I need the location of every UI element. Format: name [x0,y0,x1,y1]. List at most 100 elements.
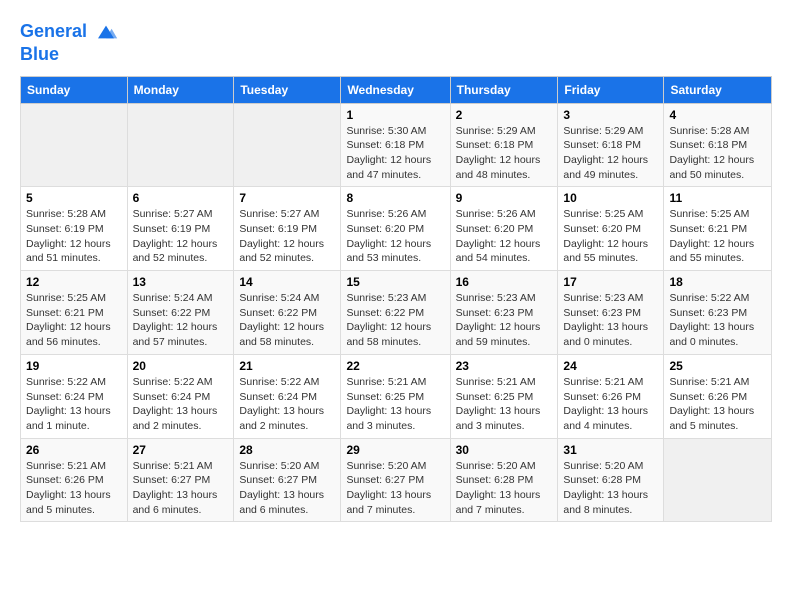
day-info: Sunrise: 5:29 AMSunset: 6:18 PMDaylight:… [456,124,553,183]
day-info: Sunrise: 5:23 AMSunset: 6:23 PMDaylight:… [563,291,658,350]
day-number: 10 [563,191,658,205]
calendar-cell: 8 Sunrise: 5:26 AMSunset: 6:20 PMDaylight… [341,187,450,271]
calendar-cell: 5 Sunrise: 5:28 AMSunset: 6:19 PMDaylight… [21,187,128,271]
day-number: 25 [669,359,766,373]
day-number: 1 [346,108,444,122]
calendar-cell: 19 Sunrise: 5:22 AMSunset: 6:24 PMDayligh… [21,354,128,438]
calendar-cell [234,103,341,187]
day-number: 13 [133,275,229,289]
weekday-tuesday: Tuesday [234,76,341,103]
day-info: Sunrise: 5:24 AMSunset: 6:22 PMDaylight:… [239,291,335,350]
day-number: 19 [26,359,122,373]
calendar-cell: 3Sunrise: 5:29 AMSunset: 6:18 PMDaylight… [558,103,664,187]
day-number: 20 [133,359,229,373]
day-info: Sunrise: 5:20 AMSunset: 6:28 PMDaylight:… [563,459,658,518]
calendar-cell: 30Sunrise: 5:20 AMSunset: 6:28 PMDayligh… [450,438,558,522]
calendar-cell [21,103,128,187]
calendar-week-5: 26Sunrise: 5:21 AMSunset: 6:26 PMDayligh… [21,438,772,522]
day-info: Sunrise: 5:28 AMSunset: 6:18 PMDaylight:… [669,124,766,183]
day-number: 4 [669,108,766,122]
day-info: Sunrise: 5:21 AMSunset: 6:26 PMDaylight:… [669,375,766,434]
day-number: 7 [239,191,335,205]
calendar-week-1: 1 Sunrise: 5:30 AMSunset: 6:18 PMDaylight… [21,103,772,187]
day-number: 6 [133,191,229,205]
day-info: Sunrise: 5:22 AMSunset: 6:24 PMDaylight:… [26,375,122,434]
weekday-monday: Monday [127,76,234,103]
weekday-wednesday: Wednesday [341,76,450,103]
day-number: 29 [346,443,444,457]
day-number: 15 [346,275,444,289]
day-number: 24 [563,359,658,373]
day-number: 22 [346,359,444,373]
weekday-friday: Friday [558,76,664,103]
calendar-cell: 27 Sunrise: 5:21 AMSunset: 6:27 PMDayligh… [127,438,234,522]
calendar-cell: 22 Sunrise: 5:21 AMSunset: 6:25 PMDayligh… [341,354,450,438]
day-number: 27 [133,443,229,457]
day-info: Sunrise: 5:26 AMSunset: 6:20 PMDaylight:… [346,207,444,266]
day-info: Sunrise: 5:22 AMSunset: 6:24 PMDaylight:… [133,375,229,434]
calendar-cell: 9 Sunrise: 5:26 AMSunset: 6:20 PMDaylight… [450,187,558,271]
calendar-cell: 13 Sunrise: 5:24 AMSunset: 6:22 PMDayligh… [127,271,234,355]
calendar-cell: 26Sunrise: 5:21 AMSunset: 6:26 PMDayligh… [21,438,128,522]
day-number: 21 [239,359,335,373]
day-info: Sunrise: 5:21 AMSunset: 6:25 PMDaylight:… [456,375,553,434]
day-info: Sunrise: 5:25 AMSunset: 6:20 PMDaylight:… [563,207,658,266]
day-number: 23 [456,359,553,373]
day-info: Sunrise: 5:26 AMSunset: 6:20 PMDaylight:… [456,207,553,266]
day-info: Sunrise: 5:23 AMSunset: 6:23 PMDaylight:… [456,291,553,350]
calendar-cell: 24 Sunrise: 5:21 AMSunset: 6:26 PMDayligh… [558,354,664,438]
calendar-cell: 4 Sunrise: 5:28 AMSunset: 6:18 PMDaylight… [664,103,772,187]
day-number: 18 [669,275,766,289]
day-number: 9 [456,191,553,205]
calendar-cell: 11Sunrise: 5:25 AMSunset: 6:21 PMDayligh… [664,187,772,271]
day-info: Sunrise: 5:21 AMSunset: 6:25 PMDaylight:… [346,375,444,434]
day-number: 5 [26,191,122,205]
calendar-cell: 16 Sunrise: 5:23 AMSunset: 6:23 PMDayligh… [450,271,558,355]
calendar-cell: 1 Sunrise: 5:30 AMSunset: 6:18 PMDaylight… [341,103,450,187]
weekday-saturday: Saturday [664,76,772,103]
day-info: Sunrise: 5:28 AMSunset: 6:19 PMDaylight:… [26,207,122,266]
calendar-cell: 21 Sunrise: 5:22 AMSunset: 6:24 PMDayligh… [234,354,341,438]
day-info: Sunrise: 5:22 AMSunset: 6:24 PMDaylight:… [239,375,335,434]
day-info: Sunrise: 5:24 AMSunset: 6:22 PMDaylight:… [133,291,229,350]
day-info: Sunrise: 5:27 AMSunset: 6:19 PMDaylight:… [239,207,335,266]
weekday-sunday: Sunday [21,76,128,103]
calendar-cell: 31Sunrise: 5:20 AMSunset: 6:28 PMDayligh… [558,438,664,522]
day-number: 17 [563,275,658,289]
day-info: Sunrise: 5:29 AMSunset: 6:18 PMDaylight:… [563,124,658,183]
calendar-cell: 28 Sunrise: 5:20 AMSunset: 6:27 PMDayligh… [234,438,341,522]
calendar-table: SundayMondayTuesdayWednesdayThursdayFrid… [20,76,772,523]
day-info: Sunrise: 5:25 AMSunset: 6:21 PMDaylight:… [669,207,766,266]
day-number: 28 [239,443,335,457]
day-info: Sunrise: 5:22 AMSunset: 6:23 PMDaylight:… [669,291,766,350]
weekday-header-row: SundayMondayTuesdayWednesdayThursdayFrid… [21,76,772,103]
day-number: 8 [346,191,444,205]
calendar-cell: 29 Sunrise: 5:20 AMSunset: 6:27 PMDayligh… [341,438,450,522]
calendar-cell [127,103,234,187]
calendar-cell: 15Sunrise: 5:23 AMSunset: 6:22 PMDayligh… [341,271,450,355]
day-number: 26 [26,443,122,457]
day-info: Sunrise: 5:20 AMSunset: 6:27 PMDaylight:… [346,459,444,518]
calendar-cell: 14 Sunrise: 5:24 AMSunset: 6:22 PMDayligh… [234,271,341,355]
day-number: 30 [456,443,553,457]
day-number: 14 [239,275,335,289]
day-info: Sunrise: 5:21 AMSunset: 6:26 PMDaylight:… [563,375,658,434]
day-info: Sunrise: 5:21 AMSunset: 6:27 PMDaylight:… [133,459,229,518]
calendar-week-2: 5 Sunrise: 5:28 AMSunset: 6:19 PMDaylight… [21,187,772,271]
day-number: 16 [456,275,553,289]
logo-text: General [20,20,118,44]
day-info: Sunrise: 5:30 AMSunset: 6:18 PMDaylight:… [346,124,444,183]
day-info: Sunrise: 5:20 AMSunset: 6:27 PMDaylight:… [239,459,335,518]
calendar-cell: 25 Sunrise: 5:21 AMSunset: 6:26 PMDayligh… [664,354,772,438]
logo: General Blue [20,20,118,66]
calendar-week-4: 19 Sunrise: 5:22 AMSunset: 6:24 PMDayligh… [21,354,772,438]
calendar-cell: 17 Sunrise: 5:23 AMSunset: 6:23 PMDayligh… [558,271,664,355]
calendar-cell: 20 Sunrise: 5:22 AMSunset: 6:24 PMDayligh… [127,354,234,438]
calendar-cell: 10 Sunrise: 5:25 AMSunset: 6:20 PMDayligh… [558,187,664,271]
calendar-cell: 18 Sunrise: 5:22 AMSunset: 6:23 PMDayligh… [664,271,772,355]
logo-icon [94,20,118,44]
logo-blue: Blue [20,44,118,66]
page-header: General Blue [20,20,772,66]
day-info: Sunrise: 5:27 AMSunset: 6:19 PMDaylight:… [133,207,229,266]
day-number: 12 [26,275,122,289]
